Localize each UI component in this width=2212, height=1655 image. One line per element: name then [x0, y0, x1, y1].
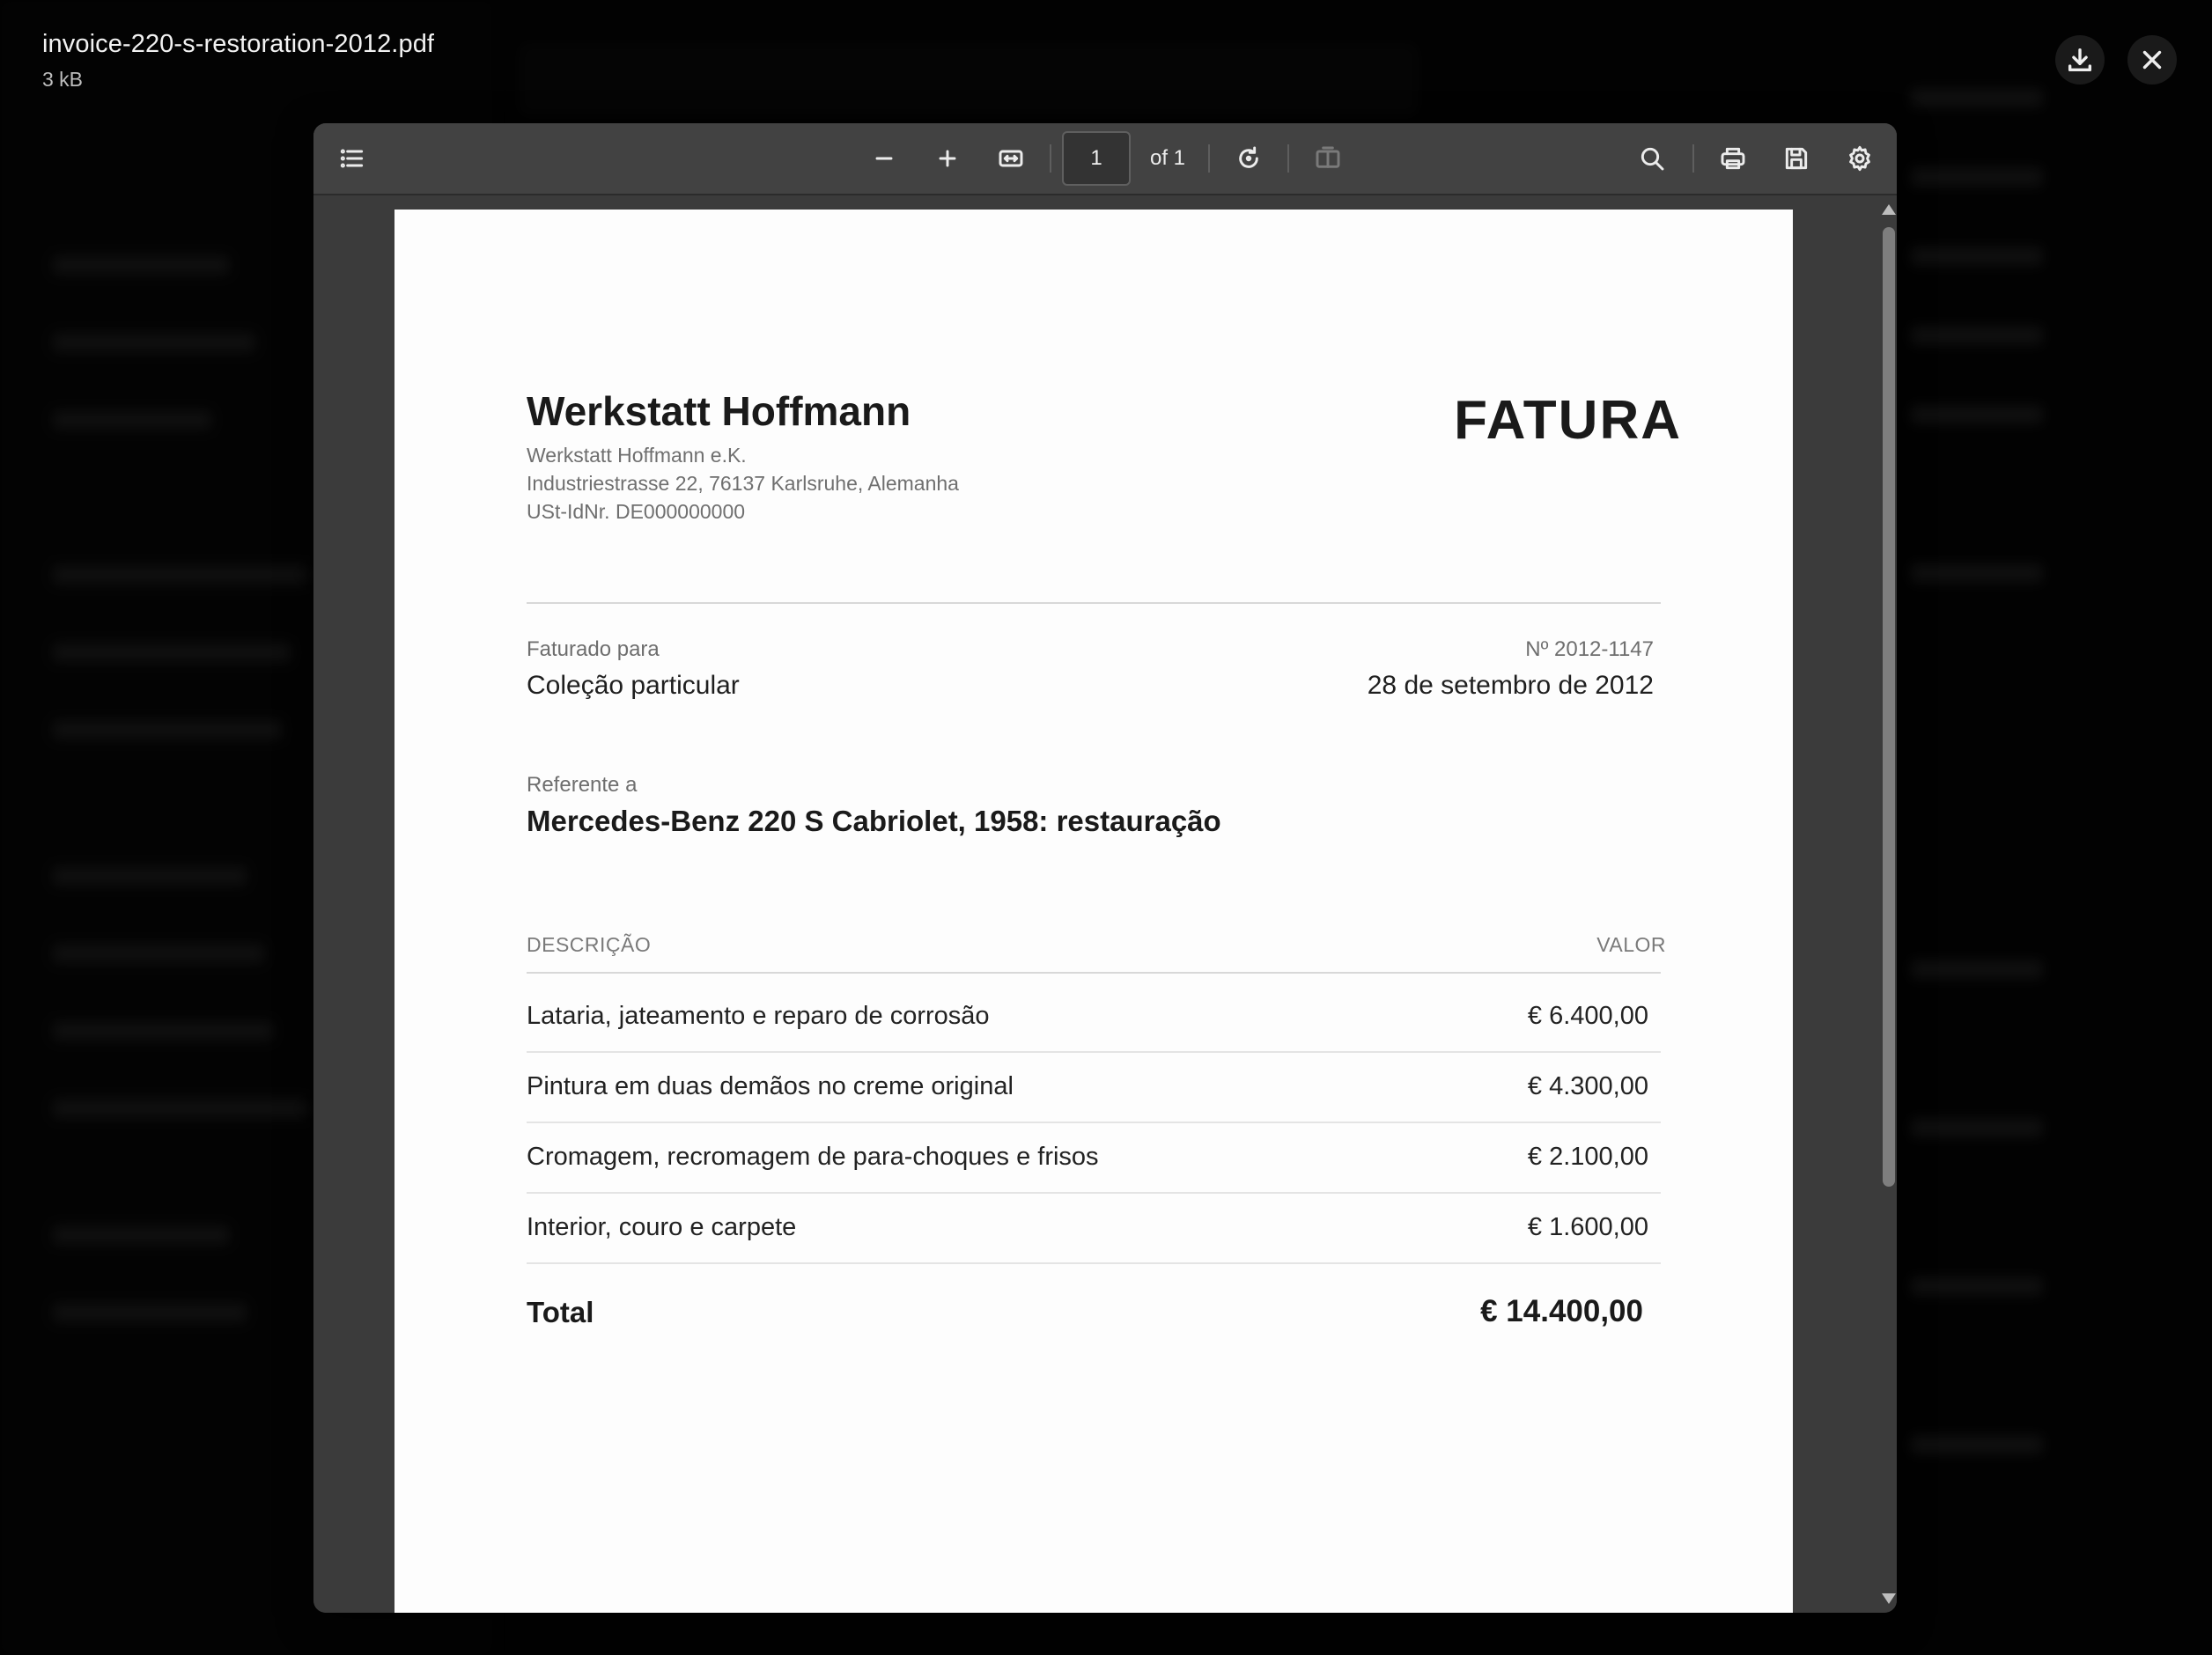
line-item-description: Pintura em duas demãos no creme original — [527, 1072, 1014, 1100]
company-address-line: Werkstatt Hoffmann e.K. — [527, 444, 747, 467]
sidebar-toggle-icon — [340, 149, 364, 168]
settings-button[interactable] — [1839, 137, 1881, 180]
fit-width-icon — [999, 150, 1023, 167]
document-area[interactable]: Werkstatt Hoffmann Werkstatt Hoffmann e.… — [313, 195, 1879, 1613]
company-vat-id: USt-IdNr. DE000000000 — [527, 500, 746, 523]
zoom-out-icon — [875, 157, 893, 160]
search-icon — [1641, 147, 1664, 171]
line-item-description: Lataria, jateamento e reparo de corrosão — [527, 1002, 990, 1030]
row-divider — [527, 1262, 1661, 1264]
billed-to-value: Coleção particular — [527, 671, 740, 700]
total-value: € 14.400,00 — [1480, 1294, 1643, 1328]
sidebar-toggle-button[interactable] — [331, 137, 373, 180]
settings-icon — [1849, 145, 1870, 172]
print-button[interactable] — [1712, 137, 1754, 180]
zoom-out-button[interactable] — [863, 137, 905, 180]
file-size: 3 kB — [42, 68, 84, 91]
fit-width-button[interactable] — [990, 137, 1032, 180]
pdf-toolbar: of 1 — [313, 123, 1897, 195]
toolbar-separator — [1208, 144, 1210, 173]
rotate-button[interactable] — [1228, 137, 1270, 180]
file-name: invoice-220-s-restoration-2012.pdf — [42, 30, 435, 58]
company-name: Werkstatt Hoffmann — [527, 388, 911, 434]
pdf-page: Werkstatt Hoffmann Werkstatt Hoffmann e.… — [394, 210, 1793, 1613]
page-number-input[interactable] — [1062, 131, 1131, 186]
invoice-number: Nº 2012-1147 — [1525, 637, 1654, 661]
line-item-amount: € 6.400,00 — [1527, 1002, 1648, 1030]
toolbar-separator — [1050, 144, 1051, 173]
scroll-down-arrow-icon[interactable] — [1882, 1593, 1896, 1604]
company-address-line: Industriestrasse 22, 76137 Karlsruhe, Al… — [527, 472, 959, 495]
column-header-amount: VALOR — [1596, 933, 1666, 956]
document-title: FATURA — [1454, 390, 1682, 451]
reference-title: Mercedes-Benz 220 S Cabriolet, 1958: res… — [527, 805, 1221, 837]
download-button[interactable] — [2055, 35, 2105, 85]
divider — [527, 602, 1661, 604]
close-icon — [2142, 50, 2162, 70]
row-divider — [527, 1051, 1661, 1053]
zoom-in-icon — [939, 150, 956, 167]
line-item-description: Interior, couro e carpete — [527, 1213, 797, 1241]
search-button[interactable] — [1631, 137, 1673, 180]
table-header-divider — [527, 972, 1661, 974]
pdf-viewer: of 1 — [313, 123, 1897, 1613]
line-item-description: Cromagem, recromagem de para-choques e f… — [527, 1143, 1099, 1171]
line-item-amount: € 2.100,00 — [1527, 1143, 1648, 1171]
close-button[interactable] — [2127, 35, 2177, 85]
vertical-scrollbar[interactable] — [1879, 195, 1897, 1613]
billed-to-label: Faturado para — [527, 637, 660, 661]
file-header: invoice-220-s-restoration-2012.pdf 3 kB — [42, 30, 434, 92]
row-divider — [527, 1122, 1661, 1123]
total-label: Total — [527, 1296, 594, 1328]
scrollbar-thumb[interactable] — [1883, 227, 1895, 1187]
two-page-icon — [1316, 146, 1340, 168]
save-icon — [1785, 147, 1808, 170]
top-actions — [2055, 35, 2177, 85]
toolbar-separator — [1692, 144, 1694, 173]
save-button[interactable] — [1775, 137, 1818, 180]
reference-label: Referente a — [527, 773, 638, 797]
scroll-up-arrow-icon[interactable] — [1882, 204, 1896, 215]
rotate-icon — [1239, 146, 1258, 168]
invoice-date: 28 de setembro de 2012 — [1367, 671, 1654, 700]
row-divider — [527, 1192, 1661, 1194]
download-icon — [2068, 48, 2092, 72]
line-item-amount: € 1.600,00 — [1527, 1213, 1648, 1241]
print-icon — [1721, 147, 1745, 170]
toolbar-separator — [1287, 144, 1289, 173]
line-item-amount: € 4.300,00 — [1527, 1072, 1648, 1100]
zoom-in-button[interactable] — [926, 137, 969, 180]
page-count: of 1 — [1150, 146, 1186, 170]
two-page-view-button[interactable] — [1307, 137, 1349, 180]
column-header-description: DESCRIÇÃO — [527, 933, 652, 956]
